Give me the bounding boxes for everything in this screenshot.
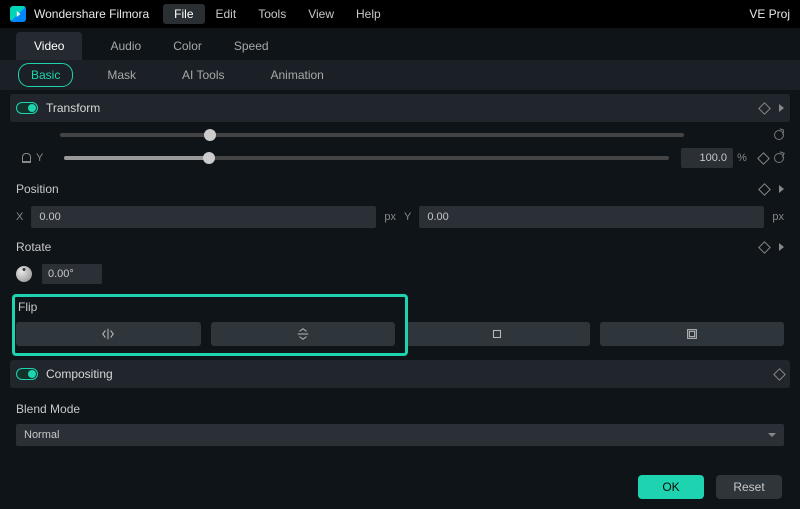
compositing-toggle[interactable] (16, 368, 38, 380)
scale-y-label: Y (36, 152, 52, 164)
reset-icon[interactable] (774, 153, 784, 163)
pos-y-input[interactable]: 0.00 (419, 206, 764, 228)
footer-buttons: OK Reset (638, 475, 782, 499)
ok-button[interactable]: OK (638, 475, 704, 499)
flip-vertical-button[interactable] (211, 322, 396, 346)
sub-tabs: Basic Mask AI Tools Animation (0, 60, 800, 90)
menu-file[interactable]: File (163, 4, 204, 24)
reset-icon[interactable] (774, 130, 784, 140)
flip-section: Flip (16, 296, 784, 346)
menu-help[interactable]: Help (345, 4, 392, 24)
pos-y-label: Y (404, 211, 411, 223)
blend-mode-value: Normal (24, 429, 59, 441)
compositing-title: Compositing (46, 367, 113, 381)
reset-button[interactable]: Reset (716, 475, 782, 499)
keyframe-icon[interactable] (758, 241, 771, 254)
subtab-basic[interactable]: Basic (18, 63, 73, 87)
blend-mode-label: Blend Mode (16, 402, 80, 416)
tab-speed[interactable]: Speed (230, 32, 273, 60)
pos-y-unit: px (772, 211, 784, 223)
flip-label: Flip (16, 300, 784, 314)
link-lock-icon[interactable] (22, 153, 31, 163)
scale-x-row (16, 128, 784, 142)
scale-y-input[interactable]: 100.0 (681, 148, 733, 168)
app-name: Wondershare Filmora (34, 7, 149, 21)
rotate-header: Rotate (16, 236, 784, 258)
blend-mode-header: Blend Mode (16, 398, 784, 420)
project-name: VE Proj (749, 7, 790, 21)
keyframe-icon[interactable] (773, 368, 786, 381)
pos-x-label: X (16, 211, 23, 223)
menu-bar: Wondershare Filmora File Edit Tools View… (0, 0, 800, 28)
crop-button[interactable] (405, 322, 590, 346)
tab-color[interactable]: Color (169, 32, 206, 60)
rotate-input[interactable]: 0.00° (42, 264, 102, 284)
transform-header: Transform (10, 94, 790, 122)
crop-icon (490, 327, 504, 341)
tab-video[interactable]: Video (16, 32, 82, 60)
subtab-aitools[interactable]: AI Tools (170, 64, 236, 86)
top-tabs: Video Audio Color Speed (0, 28, 800, 60)
chevron-down-icon (768, 433, 776, 437)
compositing-header: Compositing (10, 360, 790, 388)
keyframe-icon[interactable] (758, 102, 771, 115)
rotate-row: 0.00° (16, 264, 784, 284)
keyframe-icon[interactable] (757, 152, 770, 165)
flip-horizontal-icon (101, 327, 115, 341)
subtab-mask[interactable]: Mask (95, 64, 148, 86)
keyframe-icon[interactable] (758, 183, 771, 196)
subtab-animation[interactable]: Animation (258, 64, 335, 86)
transform-title: Transform (46, 101, 100, 115)
scale-y-row: Y 100.0 % (16, 146, 784, 170)
menu-edit[interactable]: Edit (205, 4, 248, 24)
blend-mode-select[interactable]: Normal (16, 424, 784, 446)
expand-icon[interactable] (779, 104, 784, 112)
rotate-label: Rotate (16, 240, 51, 254)
flip-vertical-icon (296, 327, 310, 341)
menu-tools[interactable]: Tools (247, 4, 297, 24)
fit-icon (685, 327, 699, 341)
fit-button[interactable] (600, 322, 785, 346)
transform-toggle[interactable] (16, 102, 38, 114)
scale-y-slider[interactable] (64, 156, 669, 160)
position-label: Position (16, 182, 59, 196)
pos-x-unit: px (384, 211, 396, 223)
pos-x-input[interactable]: 0.00 (31, 206, 376, 228)
expand-icon[interactable] (779, 185, 784, 193)
expand-icon[interactable] (779, 243, 784, 251)
rotate-knob[interactable] (16, 266, 32, 282)
app-logo-icon (10, 6, 26, 22)
position-header: Position (16, 178, 784, 200)
flip-horizontal-button[interactable] (16, 322, 201, 346)
position-inputs: X 0.00 px Y 0.00 px (16, 206, 784, 228)
scale-unit: % (733, 152, 751, 164)
tab-audio[interactable]: Audio (106, 32, 145, 60)
menu-view[interactable]: View (297, 4, 345, 24)
